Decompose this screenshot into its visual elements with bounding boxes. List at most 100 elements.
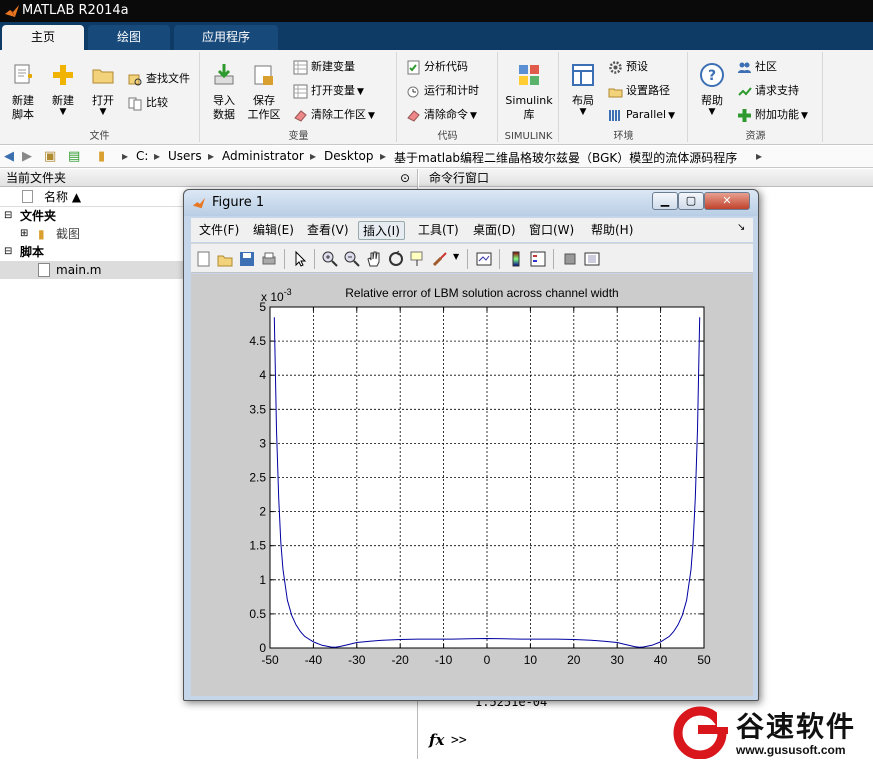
hide-plot-tools-icon[interactable]	[561, 250, 579, 268]
breadcrumb-project-folder[interactable]: 基于matlab编程二维晶格玻尔兹曼（BGK）模型的流体源码程序	[394, 149, 737, 166]
tab-home[interactable]: 主页	[2, 25, 84, 50]
save-icon[interactable]	[238, 250, 256, 268]
chart-title: Relative error of LBM solution across ch…	[345, 286, 618, 300]
import-data-label: 导入 数据	[213, 94, 235, 121]
menu-desktop[interactable]: 桌面(D)	[469, 221, 520, 240]
menu-edit[interactable]: 编辑(E)	[249, 221, 298, 240]
community-label: 社区	[755, 60, 777, 73]
set-path-button[interactable]: 设置路径	[608, 82, 670, 100]
compare-icon	[128, 97, 142, 110]
run-and-time-label: 运行和计时	[424, 84, 479, 97]
community-button[interactable]: 社区	[737, 58, 777, 76]
menu-view[interactable]: 查看(V)	[303, 221, 353, 240]
compare-button[interactable]: 比较	[128, 94, 168, 112]
forward-arrow-icon[interactable]: ▶	[22, 149, 32, 164]
current-folder-title: 当前文件夹	[6, 171, 67, 185]
breadcrumb-desktop[interactable]: Desktop	[324, 149, 374, 163]
menu-file[interactable]: 文件(F)	[195, 221, 243, 240]
pan-hand-icon[interactable]	[365, 250, 383, 268]
y-tick-label: 0	[259, 641, 266, 655]
new-figure-icon[interactable]	[195, 250, 213, 268]
tab-plots[interactable]: 绘图	[88, 25, 170, 50]
ribbon-tabstrip: 主页 绘图 应用程序	[0, 22, 873, 50]
find-files-button[interactable]: 查找文件	[128, 70, 190, 88]
legend-icon[interactable]	[529, 250, 547, 268]
menu-help[interactable]: 帮助(H)	[587, 221, 637, 240]
menu-dock-icon[interactable]: ↘	[737, 222, 745, 233]
resources-group: ? 帮助 ▼ 社区 请求支持 附加功能 ▼ 资源	[689, 52, 823, 142]
menu-tools[interactable]: 工具(T)	[414, 221, 463, 240]
new-button[interactable]: 新建 ▼	[44, 58, 82, 122]
x-tick-label: 10	[524, 653, 538, 667]
figure-title: Figure 1	[212, 195, 265, 210]
parallel-button[interactable]: Parallel ▼	[608, 106, 675, 124]
chevron-down-icon: ▼	[99, 107, 107, 117]
analyze-code-label: 分析代码	[424, 60, 468, 73]
open-file-icon[interactable]	[216, 250, 234, 268]
menu-insert[interactable]: 插入(I)	[358, 221, 405, 240]
up-folder-icon[interactable]: ▣	[44, 149, 56, 164]
chevron-down-icon[interactable]: ▼	[453, 252, 459, 261]
set-path-label: 设置路径	[626, 84, 670, 97]
data-cursor-icon[interactable]	[409, 250, 427, 268]
script-file-icon	[38, 263, 50, 277]
open-button[interactable]: 打开 ▼	[84, 58, 122, 122]
breadcrumb-separator: ▸	[310, 149, 317, 163]
new-variable-button[interactable]: 新建变量	[293, 58, 355, 76]
save-workspace-button[interactable]: 保存 工作区	[245, 58, 283, 122]
breadcrumb-separator: ▸	[154, 149, 161, 163]
new-script-icon	[14, 64, 32, 84]
colorbar-icon[interactable]	[507, 250, 525, 268]
menu-window[interactable]: 窗口(W)	[525, 221, 578, 240]
panel-menu-icon[interactable]: ⊙	[400, 169, 410, 187]
print-icon[interactable]	[260, 250, 278, 268]
clear-workspace-label: 清除工作区	[311, 108, 366, 121]
matlab-titlebar: MATLAB R2014a	[0, 0, 873, 22]
browse-folder-icon[interactable]: ▤	[68, 149, 80, 164]
chevron-down-icon: ▼	[579, 107, 587, 117]
parallel-label: Parallel	[626, 108, 667, 121]
close-button[interactable]: ✕	[704, 192, 750, 210]
open-variable-label: 打开变量	[311, 84, 355, 97]
command-prompt[interactable]: >>	[451, 733, 467, 748]
y-tick-label: 1.5	[249, 539, 266, 553]
function-browser-icon[interactable]: fx	[429, 731, 444, 749]
expand-icon[interactable]: ⊞	[20, 225, 28, 243]
preferences-button[interactable]: 预设	[608, 58, 648, 76]
brush-icon[interactable]	[431, 250, 449, 268]
maximize-button[interactable]: ▢	[678, 192, 704, 210]
rotate-3d-icon[interactable]	[387, 250, 405, 268]
collapse-icon[interactable]: ⊟	[4, 243, 12, 261]
tab-apps[interactable]: 应用程序	[174, 25, 278, 50]
x-tick-label: -50	[261, 653, 279, 667]
link-plot-icon[interactable]	[475, 250, 493, 268]
import-data-button[interactable]: 导入 数据	[205, 58, 243, 122]
import-icon	[214, 64, 234, 85]
axes-plot[interactable]: -50 -40 -30 -20 -10 0 10 20 30 40 50 0 0.5 1 1.5 2 2.5 3 3…	[191, 274, 753, 696]
variable-group: 导入 数据 保存 工作区 新建变量 打开变量 ▼ 清除工作区 ▼ 变量	[201, 52, 397, 142]
help-button[interactable]: ? 帮助 ▼	[693, 58, 731, 122]
x-tick-label: 30	[611, 653, 625, 667]
clear-workspace-button[interactable]: 清除工作区 ▼	[293, 106, 375, 124]
pointer-icon[interactable]	[291, 250, 309, 268]
run-and-time-button[interactable]: 运行和计时	[406, 82, 479, 100]
request-support-button[interactable]: 请求支持	[737, 82, 799, 100]
y-tick-label: 4.5	[249, 334, 266, 348]
breadcrumb-c[interactable]: C:	[136, 149, 148, 163]
clear-commands-button[interactable]: 清除命令 ▼	[406, 106, 477, 124]
open-variable-button[interactable]: 打开变量 ▼	[293, 82, 364, 100]
x-tick-label: -20	[392, 653, 410, 667]
layout-button[interactable]: 布局 ▼	[564, 58, 602, 122]
addons-button[interactable]: 附加功能 ▼	[737, 106, 808, 124]
zoom-out-icon[interactable]	[343, 250, 361, 268]
minimize-button[interactable]: ▁	[652, 192, 678, 210]
analyze-code-button[interactable]: 分析代码	[406, 58, 468, 76]
breadcrumb-administrator[interactable]: Administrator	[222, 149, 304, 163]
breadcrumb-users[interactable]: Users	[168, 149, 202, 163]
collapse-icon[interactable]: ⊟	[4, 207, 12, 225]
new-script-button[interactable]: 新建 脚本	[4, 58, 42, 122]
simulink-library-button[interactable]: Simulink 库	[503, 58, 555, 122]
show-plot-tools-icon[interactable]	[583, 250, 601, 268]
zoom-in-icon[interactable]	[321, 250, 339, 268]
back-arrow-icon[interactable]: ◀	[4, 149, 14, 164]
